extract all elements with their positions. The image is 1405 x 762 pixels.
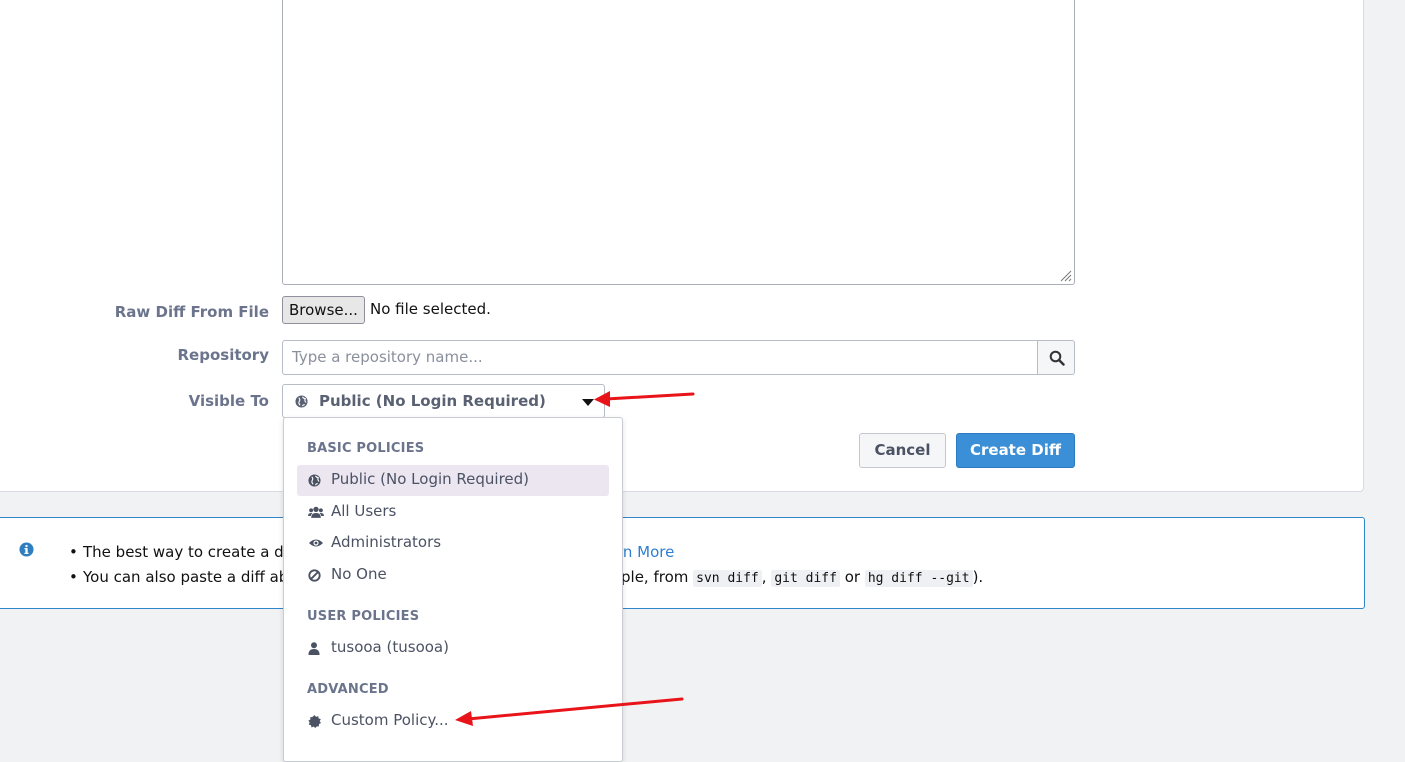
policy-option-administrators[interactable]: Administrators: [297, 528, 609, 559]
repository-search-button[interactable]: [1037, 340, 1075, 375]
info-text: ,: [761, 568, 772, 586]
users-icon: [308, 506, 324, 518]
policy-option-label: No One: [331, 565, 387, 583]
code-git-diff: git diff: [771, 570, 840, 587]
policy-option-label: Administrators: [331, 533, 442, 551]
globe-icon: [295, 395, 308, 408]
raw-diff-file-label: Raw Diff From File: [114, 303, 269, 321]
info-text: ).: [972, 568, 984, 586]
certificate-icon: [308, 715, 321, 728]
ban-icon: [308, 569, 321, 582]
info-line-2: You can also paste a diff ab: [69, 565, 293, 590]
code-svn-diff: svn diff: [693, 570, 762, 587]
user-icon: [308, 642, 320, 655]
policy-option-label: Public (No Login Required): [331, 470, 530, 488]
visible-to-value: Public (No Login Required): [319, 392, 546, 410]
repository-label: Repository: [177, 346, 270, 364]
info-icon: [19, 542, 34, 557]
learn-more-link[interactable]: rn More: [617, 540, 674, 565]
chevron-down-icon: [582, 399, 594, 406]
search-icon: [1049, 350, 1065, 366]
info-text: or: [839, 568, 865, 586]
info-line-1: The best way to create a dif: [69, 540, 293, 565]
eye-icon: [309, 539, 323, 547]
info-text: ple, from: [621, 568, 694, 586]
policy-option-no-one[interactable]: No One: [297, 560, 609, 591]
visible-to-select[interactable]: Public (No Login Required): [282, 384, 605, 418]
visible-to-label: Visible To: [188, 392, 269, 410]
file-status-text: No file selected.: [370, 300, 491, 318]
cancel-button[interactable]: Cancel: [859, 433, 946, 468]
browse-button[interactable]: Browse...: [282, 296, 365, 324]
info-notice: The best way to create a dif You can als…: [0, 517, 1365, 609]
policy-option-label: tusooa (tusooa): [331, 638, 449, 656]
repository-input[interactable]: Type a repository name...: [282, 340, 1038, 375]
raw-diff-textarea[interactable]: [282, 0, 1075, 285]
code-hg-diff: hg diff --git: [864, 570, 973, 587]
policy-option-custom-policy[interactable]: Custom Policy...: [297, 706, 609, 737]
basic-policies-header: BASIC POLICIES: [307, 441, 425, 456]
info-line-2-tail: ple, from svn diff, git diff or hg diff …: [621, 565, 983, 591]
policy-option-label: Custom Policy...: [331, 711, 449, 729]
create-diff-button[interactable]: Create Diff: [956, 433, 1075, 468]
visibility-policy-dropdown: BASIC POLICIES Public (No Login Required…: [283, 417, 623, 762]
policy-option-public[interactable]: Public (No Login Required): [297, 465, 609, 496]
globe-icon: [308, 474, 321, 487]
advanced-header: ADVANCED: [307, 682, 389, 697]
resize-grip-icon[interactable]: [1058, 268, 1072, 282]
user-policies-header: USER POLICIES: [307, 609, 420, 624]
policy-option-all-users[interactable]: All Users: [297, 497, 609, 528]
policy-option-user-tusooa[interactable]: tusooa (tusooa): [297, 633, 609, 664]
policy-option-label: All Users: [331, 502, 397, 520]
